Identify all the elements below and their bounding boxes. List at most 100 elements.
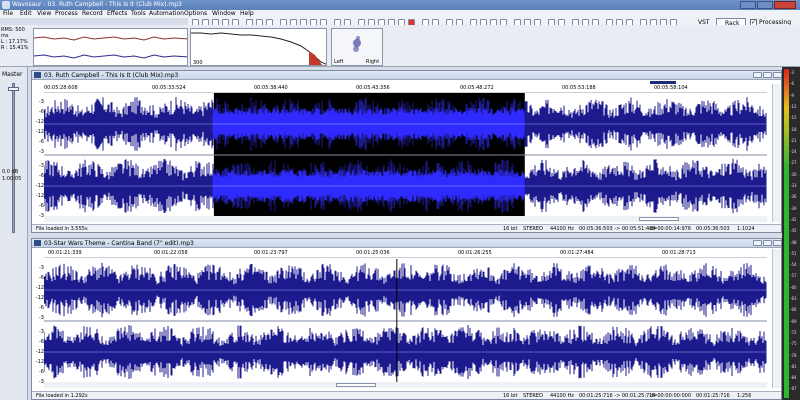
vertical-scrollbar-2[interactable]: [772, 249, 780, 388]
master-fader-track[interactable]: [12, 83, 15, 233]
menu-record[interactable]: Record: [82, 10, 103, 18]
wave-window-2-restore[interactable]: [763, 240, 772, 246]
meter-scale-label: -84: [790, 375, 797, 381]
horizontal-scrollbar-2-thumb[interactable]: [336, 383, 376, 387]
wave-window-2[interactable]: 03-Star Wars Theme - Cantina Band (7" ed…: [31, 238, 782, 400]
overview-wave-svg: [34, 36, 187, 59]
scale-label: -12: [35, 193, 44, 199]
timeline-2-tick: 00:01:26:255: [458, 250, 492, 256]
spectrum-fill: [309, 51, 323, 65]
menu-effects[interactable]: Effects: [107, 10, 127, 18]
meter-scale-label: -9: [790, 92, 794, 98]
meter-scale-label: -36: [790, 194, 797, 200]
timeline-1-tick: 00:05:43:356: [356, 85, 390, 91]
menu-tools[interactable]: Tools: [131, 10, 146, 18]
status-bar-1: File loaded in 3.555s 16 bit STEREO 4410…: [32, 224, 781, 232]
vectorscope-right-label: Right: [366, 59, 380, 65]
waveform-1-svg: [44, 93, 767, 217]
wave-window-1-titlebar[interactable]: 03. Ruth Campbell - This Is It (Club Mix…: [32, 71, 782, 80]
timeline-1-tick: 00:05:38:440: [254, 85, 288, 91]
meter-scale-label: -42: [790, 216, 797, 222]
rms-text: RMS: 500 ms: [1, 27, 25, 39]
meter-scale-label: -60: [790, 284, 797, 290]
timeline-1[interactable]: 00:05:28:608 00:05:33:524 00:05:38:440 0…: [44, 84, 767, 93]
status-loaded: File loaded in 3.555s: [36, 226, 88, 232]
minimize-button[interactable]: [740, 1, 756, 9]
menu-file[interactable]: File: [3, 10, 13, 18]
status-bits: 16 bit: [503, 393, 518, 399]
level-meter: -3 -6 -9 -12 -15 -18 -21 -24 -27 -30 -33 -36 -39 -42 -…: [782, 67, 800, 400]
scale-label: -12: [35, 349, 44, 355]
maximize-button[interactable]: [757, 1, 773, 9]
wave-window-2-title: 03-Star Wars Theme - Cantina Band (7" ed…: [44, 240, 194, 247]
scale-label: -12: [35, 183, 44, 189]
status-range: 00:01:25:716 -> 00:01:25:716: [579, 393, 656, 399]
meter-scale-label: -78: [790, 352, 797, 358]
horizontal-scrollbar-1[interactable]: [44, 216, 767, 222]
status-zoom: 1:256: [737, 393, 752, 399]
vertical-scrollbar-1[interactable]: [772, 84, 780, 222]
timeline-2-tick: 00:01:27:484: [560, 250, 594, 256]
timeline-2-tick: 00:01:22:058: [154, 250, 188, 256]
meter-scale-label: -63: [790, 296, 797, 301]
overview-right-line: [34, 54, 187, 59]
menu-edit[interactable]: Edit: [20, 10, 32, 18]
meter-bar-left: [784, 69, 789, 398]
vectorscope[interactable]: Left Right: [331, 28, 383, 66]
timeline-2[interactable]: 00:01:21:339 00:01:22:058 00:01:23:797 0…: [44, 249, 767, 258]
waveform-2-svg: [44, 259, 767, 383]
meter-scale-label: -45: [790, 228, 797, 234]
meter-scale-label: -51: [790, 250, 797, 256]
timeline-2-tick: 00:01:25:036: [356, 250, 390, 256]
wave-window-1[interactable]: 03. Ruth Campbell - This Is It (Club Mix…: [31, 70, 782, 233]
horizontal-scrollbar-1-thumb[interactable]: [639, 217, 679, 221]
menu-process[interactable]: Process: [55, 10, 78, 18]
status-delta: d=00:00:00:000: [650, 393, 692, 399]
timeline-1-tick: 00:05:33:524: [152, 85, 186, 91]
close-button[interactable]: [774, 1, 796, 9]
status-position: 00:05:36:503: [696, 226, 730, 232]
status-position: 00:01:25:716: [696, 393, 730, 399]
meter-scale-label: -12: [790, 103, 797, 109]
menu-view[interactable]: View: [37, 10, 51, 18]
amplitude-scale-1: -3 -6 -12 -12 -6 -3 -3 -6 -12 -12 -6 -3: [33, 95, 44, 223]
wave-window-2-minimize[interactable]: [753, 240, 762, 246]
meter-scale-label: -66: [790, 307, 797, 313]
meter-scale-label: -6: [790, 81, 794, 87]
meter-scale-label: -48: [790, 239, 797, 245]
meter-scale-label: -21: [790, 137, 797, 143]
meter-scale-label: -54: [790, 262, 797, 268]
status-mode: STEREO: [523, 393, 543, 399]
master-time: 1:00:05: [2, 176, 22, 182]
wave-window-1-minimize[interactable]: [753, 72, 762, 78]
app-icon: [2, 1, 10, 9]
status-zoom: 1:1024: [737, 226, 755, 232]
wave-window-1-restore[interactable]: [763, 72, 772, 78]
file-icon: [34, 72, 41, 78]
waveform-1[interactable]: [44, 93, 767, 217]
wave-window-2-close[interactable]: [773, 240, 782, 246]
spectrum-curve: [191, 32, 326, 65]
meter-scale-label: -69: [790, 318, 797, 324]
meter-scale-label: -39: [790, 205, 797, 211]
master-label: Master: [2, 71, 23, 78]
spectrum-analyzer[interactable]: 300: [190, 28, 327, 66]
meter-scale-label: -18: [790, 126, 797, 132]
scale-label: -12: [35, 119, 44, 125]
status-bits: 16 bit: [503, 226, 518, 232]
timeline-1-tick: 00:05:53:188: [562, 85, 596, 91]
meter-scale-label: -15: [790, 115, 797, 121]
wave-window-2-titlebar[interactable]: 03-Star Wars Theme - Cantina Band (7" ed…: [32, 239, 782, 248]
waveform-2[interactable]: [44, 259, 767, 383]
horizontal-scrollbar-2[interactable]: [44, 382, 767, 388]
title-bar: Wavosaur - 03. Ruth Campbell - This Is I…: [0, 0, 800, 10]
overview-left-line: [34, 36, 187, 41]
timeline-1-tick: 00:05:48:272: [460, 85, 494, 91]
wave-window-1-close[interactable]: [773, 72, 782, 78]
timeline-1-tick: 00:05:28:608: [44, 85, 78, 91]
status-rate: 44100 Hz: [550, 226, 574, 232]
overview-waveform[interactable]: [33, 28, 188, 66]
master-fader-handle[interactable]: [8, 87, 19, 91]
menu-automation[interactable]: Automation: [149, 10, 184, 18]
status-mode: STEREO: [523, 226, 543, 232]
